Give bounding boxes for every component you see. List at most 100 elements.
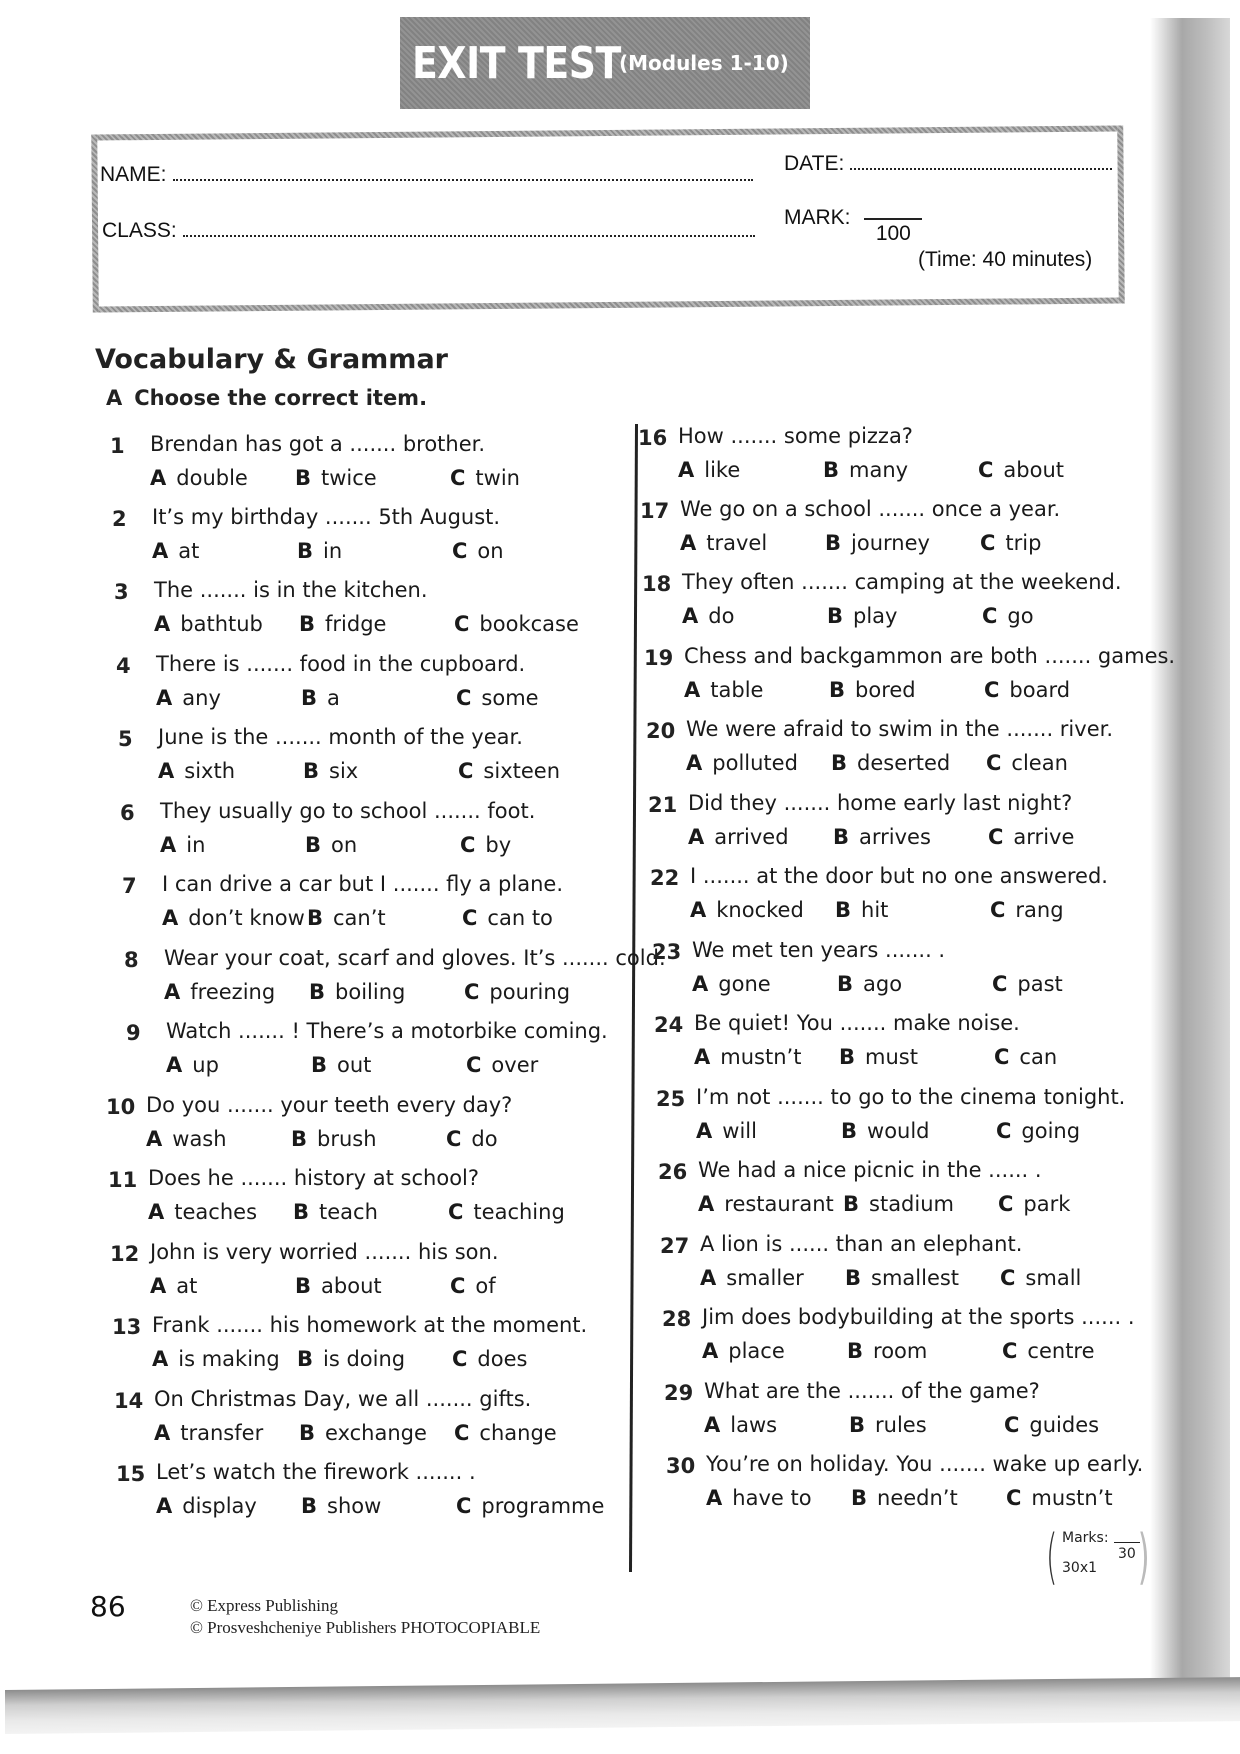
option-c[interactable]: Ccentre (1002, 1339, 1095, 1363)
option-c[interactable]: Cteaching (448, 1200, 565, 1224)
option-b[interactable]: Bago (837, 972, 902, 996)
option-b[interactable]: Bbrush (291, 1127, 377, 1151)
option-b[interactable]: Bteach (293, 1200, 378, 1224)
option-b[interactable]: Bsmallest (845, 1266, 959, 1290)
option-b[interactable]: Bmust (839, 1045, 918, 1069)
option-b[interactable]: Bin (297, 539, 342, 563)
option-a[interactable]: Amustn’t (694, 1045, 801, 1069)
option-a[interactable]: Ahave to (706, 1486, 812, 1510)
option-c[interactable]: Csixteen (458, 759, 560, 783)
option-b[interactable]: Ba (301, 686, 340, 710)
option-b[interactable]: Bfridge (299, 612, 386, 636)
option-c[interactable]: Cgoing (996, 1119, 1080, 1143)
option-a[interactable]: Atravel (680, 531, 767, 555)
option-c[interactable]: Cbookcase (454, 612, 579, 636)
option-a[interactable]: Arestaurant (698, 1192, 834, 1216)
option-a[interactable]: Alaws (704, 1413, 777, 1437)
option-a[interactable]: Adon’t know (162, 906, 305, 930)
mark-blank[interactable] (864, 218, 923, 220)
option-a[interactable]: Atransfer (154, 1421, 263, 1445)
option-a[interactable]: Aat (150, 1274, 197, 1298)
option-b[interactable]: Brules (849, 1413, 927, 1437)
option-a[interactable]: Afreezing (164, 980, 275, 1004)
marks-blank[interactable] (1114, 1542, 1140, 1543)
option-c[interactable]: Cguides (1004, 1413, 1099, 1437)
option-c[interactable]: Ctrip (980, 531, 1041, 555)
option-b[interactable]: Bneedn’t (851, 1486, 958, 1510)
option-c[interactable]: Cdo (446, 1127, 498, 1151)
option-c[interactable]: Cprogramme (456, 1494, 604, 1518)
option-a[interactable]: Aarrived (688, 825, 789, 849)
option-a[interactable]: Aat (152, 539, 199, 563)
date-blank[interactable] (850, 154, 1113, 170)
option-c[interactable]: Cpouring (464, 980, 570, 1004)
question-number: 8 (124, 948, 139, 972)
option-b[interactable]: Bplay (827, 604, 897, 628)
option-b[interactable]: Bdeserted (831, 751, 950, 775)
option-c[interactable]: Cchange (454, 1421, 557, 1445)
option-a[interactable]: Ado (682, 604, 734, 628)
option-b[interactable]: Bbored (829, 678, 916, 702)
option-a[interactable]: Apolluted (686, 751, 798, 775)
option-c[interactable]: Ctwin (450, 466, 520, 490)
option-a[interactable]: Awill (696, 1119, 757, 1143)
option-b[interactable]: Broom (847, 1339, 927, 1363)
option-a[interactable]: Aknocked (690, 898, 804, 922)
option-c[interactable]: Cpark (998, 1192, 1070, 1216)
option-b[interactable]: Bis doing (297, 1347, 405, 1371)
option-c[interactable]: Cover (466, 1053, 538, 1077)
option-a[interactable]: Aup (166, 1053, 219, 1077)
option-letter: A (680, 531, 697, 555)
option-c[interactable]: Cboard (984, 678, 1070, 702)
option-c[interactable]: Cdoes (452, 1347, 527, 1371)
option-b[interactable]: Bexchange (299, 1421, 427, 1445)
option-b[interactable]: Bboiling (309, 980, 405, 1004)
option-c[interactable]: Ccan (994, 1045, 1057, 1069)
option-c[interactable]: Cmustn’t (1006, 1486, 1113, 1510)
option-c[interactable]: Cclean (986, 751, 1068, 775)
option-b[interactable]: Barrives (833, 825, 931, 849)
option-a[interactable]: Aplace (702, 1339, 785, 1363)
class-blank[interactable] (182, 221, 755, 237)
option-a[interactable]: Asmaller (700, 1266, 804, 1290)
name-field[interactable]: NAME: (100, 163, 753, 187)
option-a[interactable]: Asixth (158, 759, 235, 783)
option-c[interactable]: Csmall (1000, 1266, 1081, 1290)
option-a[interactable]: Ateaches (148, 1200, 257, 1224)
option-b[interactable]: Bcan’t (307, 906, 386, 930)
option-c[interactable]: Csome (456, 686, 539, 710)
option-c[interactable]: Cpast (992, 972, 1063, 996)
option-a[interactable]: Atable (684, 678, 763, 702)
option-b[interactable]: Bon (305, 833, 357, 857)
option-a[interactable]: Adisplay (156, 1494, 257, 1518)
name-blank[interactable] (172, 165, 753, 181)
option-a[interactable]: Abathtub (154, 612, 263, 636)
option-c[interactable]: Cgo (982, 604, 1034, 628)
class-field[interactable]: CLASS: (102, 219, 755, 243)
date-field[interactable]: DATE: (784, 152, 1113, 176)
option-a[interactable]: Ain (160, 833, 205, 857)
option-c[interactable]: Con (452, 539, 504, 563)
option-b[interactable]: Bshow (301, 1494, 381, 1518)
option-c[interactable]: Carrive (988, 825, 1074, 849)
option-a[interactable]: Alike (678, 458, 740, 482)
option-c[interactable]: Cof (450, 1274, 496, 1298)
option-c[interactable]: Crang (990, 898, 1064, 922)
option-a[interactable]: Aany (156, 686, 221, 710)
option-a[interactable]: Ais making (152, 1347, 280, 1371)
option-c[interactable]: Ccan to (462, 906, 553, 930)
option-a[interactable]: Adouble (150, 466, 248, 490)
option-b[interactable]: Bwould (841, 1119, 930, 1143)
option-c[interactable]: Cby (460, 833, 511, 857)
option-b[interactable]: Babout (295, 1274, 382, 1298)
option-b[interactable]: Bsix (303, 759, 358, 783)
option-b[interactable]: Bjourney (825, 531, 930, 555)
option-b[interactable]: Bout (311, 1053, 371, 1077)
option-b[interactable]: Btwice (295, 466, 377, 490)
option-c[interactable]: Cabout (978, 458, 1064, 482)
option-b[interactable]: Bmany (823, 458, 908, 482)
option-a[interactable]: Awash (146, 1127, 227, 1151)
option-b[interactable]: Bhit (835, 898, 888, 922)
option-a[interactable]: Agone (692, 972, 771, 996)
option-b[interactable]: Bstadium (843, 1192, 954, 1216)
